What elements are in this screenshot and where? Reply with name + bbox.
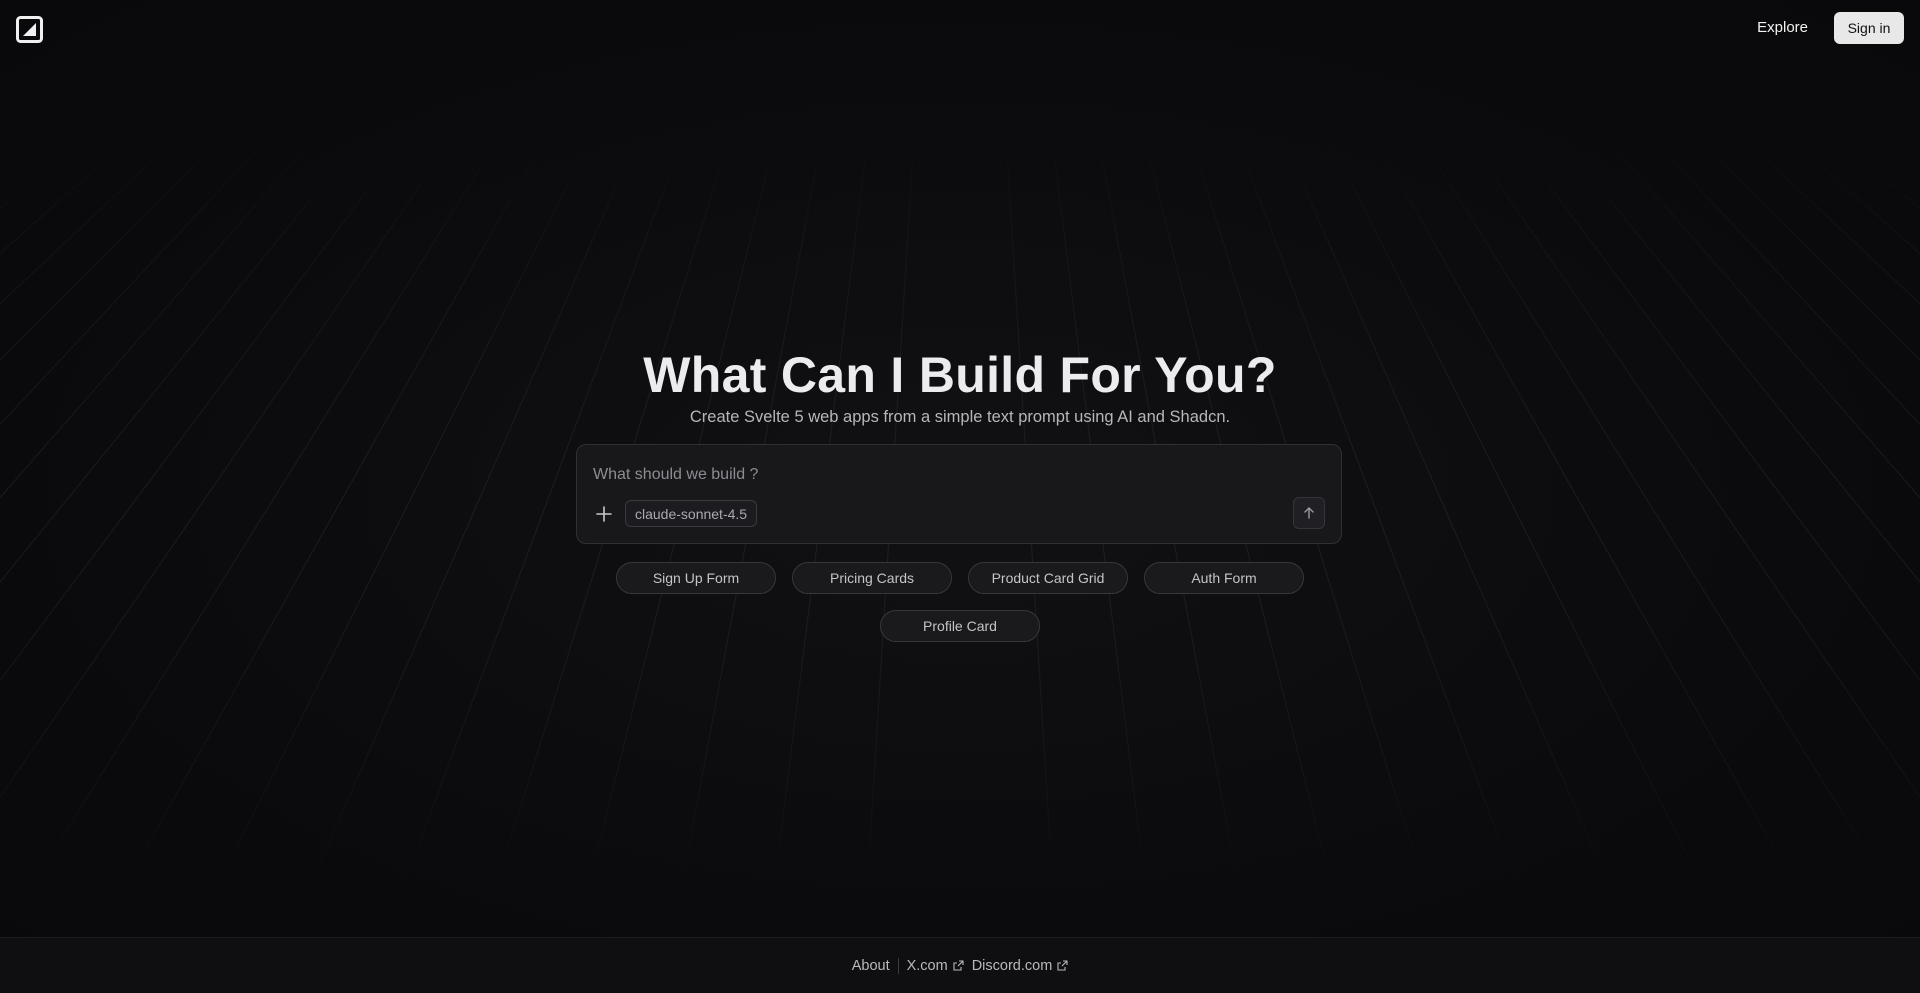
model-selector[interactable]: claude-sonnet-4.5 [625, 500, 758, 527]
external-link-icon [953, 960, 964, 971]
send-button[interactable] [1293, 497, 1325, 529]
page-title: What Can I Build For You? [643, 347, 1277, 403]
suggestion-auth-form[interactable]: Auth Form [1144, 562, 1304, 594]
footer-x-label: X.com [906, 957, 948, 974]
suggestion-profile-card[interactable]: Profile Card [880, 610, 1040, 642]
footer-about-link[interactable]: About [852, 958, 890, 974]
prompt-input[interactable] [593, 463, 1313, 487]
suggestion-product-card-grid[interactable]: Product Card Grid [968, 562, 1128, 594]
suggestion-pricing-cards[interactable]: Pricing Cards [792, 562, 952, 594]
footer: About X.com Discord.com [0, 937, 1920, 993]
explore-link[interactable]: Explore [1749, 12, 1816, 44]
top-nav: Explore Sign in [0, 0, 1920, 56]
plus-icon[interactable] [593, 503, 615, 525]
footer-discord-link[interactable]: Discord.com [972, 958, 1069, 974]
footer-x-link[interactable]: X.com [907, 958, 964, 974]
footer-divider [897, 957, 899, 974]
arrow-up-icon [1304, 507, 1314, 519]
app-logo-icon[interactable] [16, 16, 43, 43]
sign-in-button[interactable]: Sign in [1834, 12, 1904, 44]
suggestion-sign-up-form[interactable]: Sign Up Form [616, 562, 776, 594]
page: Explore Sign in What Can I Build For You… [0, 0, 1920, 993]
prompt-composer: claude-sonnet-4.5 [576, 444, 1342, 544]
suggestion-chips: Sign Up Form Pricing Cards Product Card … [0, 562, 1920, 658]
external-link-icon [1057, 960, 1068, 971]
page-subtitle: Create Svelte 5 web apps from a simple t… [689, 408, 1231, 426]
footer-discord-label: Discord.com [971, 957, 1053, 974]
